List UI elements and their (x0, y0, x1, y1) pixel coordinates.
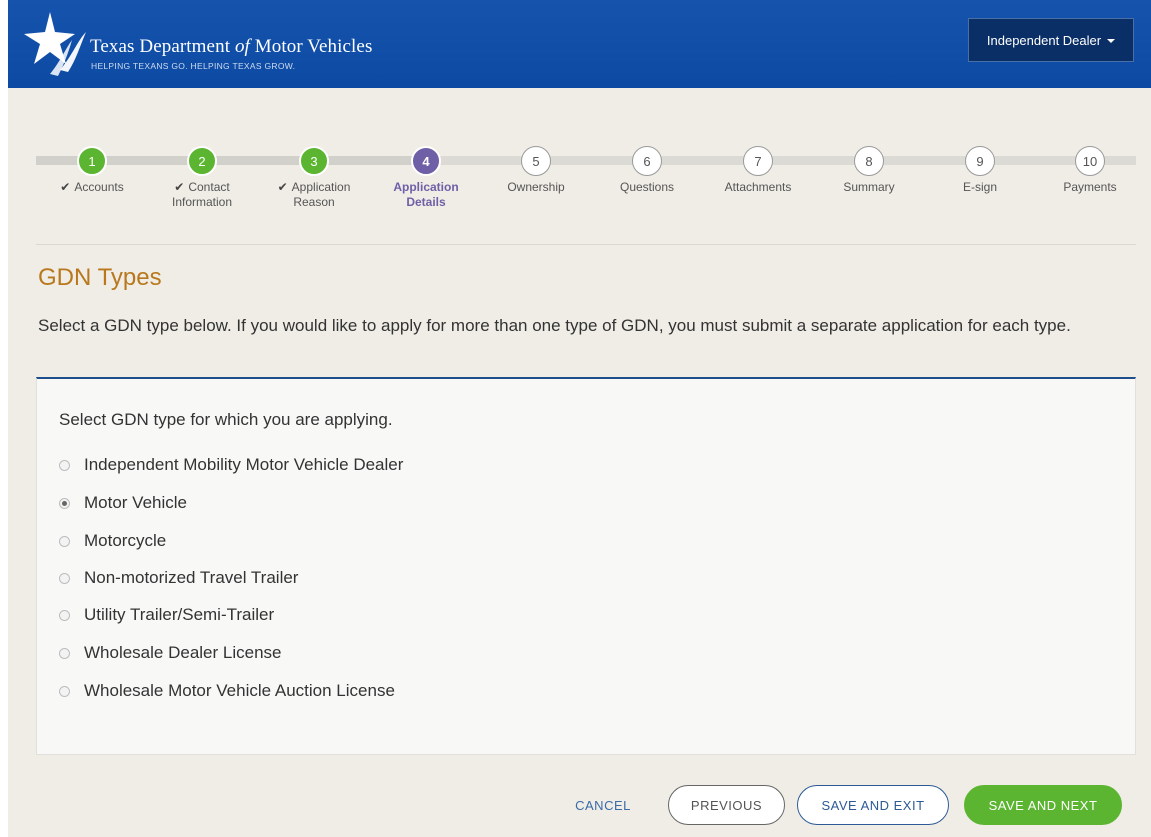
step-label: Questions (619, 180, 675, 194)
step-number: 3 (299, 146, 329, 176)
step-ownership[interactable]: 5 Ownership (481, 146, 591, 195)
progress-stepper: 1 ✔ Accounts 2 ✔ Contact Information 3 ✔ App… (36, 146, 1136, 226)
step-label: ✔ Application Reason (259, 180, 369, 210)
radio-option-independent-mobility[interactable]: Independent Mobility Motor Vehicle Deale… (59, 455, 403, 475)
window-left-edge (0, 0, 8, 837)
step-label-line1: Application (291, 180, 351, 194)
step-label-line1: Accounts (74, 180, 124, 194)
step-questions[interactable]: 6 Questions (592, 146, 702, 195)
step-label: Payments (1063, 180, 1117, 194)
step-number: 7 (743, 146, 773, 176)
step-summary[interactable]: 8 Summary (814, 146, 924, 195)
step-e-sign[interactable]: 9 E-sign (925, 146, 1035, 195)
step-label-line2: Information (171, 195, 233, 209)
radio-label: Wholesale Dealer License (84, 643, 282, 662)
step-contact-information[interactable]: 2 ✔ Contact Information (147, 146, 257, 210)
step-number: 4 (411, 146, 441, 176)
caret-down-icon (1107, 39, 1116, 43)
step-label: Summary (843, 180, 895, 194)
radio-label: Independent Mobility Motor Vehicle Deale… (84, 455, 404, 474)
radio-label: Non-motorized Travel Trailer (84, 568, 299, 587)
step-number: 8 (854, 146, 884, 176)
radio-label: Motorcycle (84, 531, 167, 550)
radio-option-motorcycle[interactable]: Motorcycle (59, 531, 166, 551)
step-label-line1: Contact (188, 180, 230, 194)
radio-label: Wholesale Motor Vehicle Auction License (84, 681, 395, 700)
step-number: 9 (965, 146, 995, 176)
page-title: GDN Types (38, 264, 162, 291)
check-icon: ✔ (277, 180, 288, 194)
radio-label: Motor Vehicle (84, 493, 187, 512)
previous-button[interactable]: PREVIOUS (668, 785, 785, 825)
brand-title[interactable]: Texas Department of Motor Vehicles (90, 36, 372, 58)
step-application-details[interactable]: 4 Application Details (371, 146, 481, 210)
radio-option-auction-license[interactable]: Wholesale Motor Vehicle Auction License (59, 681, 395, 701)
brand-tagline: HELPING TEXANS GO. HELPING TEXAS GROW. (91, 61, 296, 71)
step-label-line1: Application (393, 180, 459, 194)
radio-icon[interactable] (59, 685, 70, 697)
cancel-button[interactable]: CANCEL (558, 785, 648, 825)
radio-icon[interactable] (59, 609, 70, 621)
step-label: Application Details (371, 180, 481, 210)
gdn-type-prompt: Select GDN type for which you are applyi… (59, 410, 393, 429)
gdn-type-panel: Select GDN type for which you are applyi… (36, 377, 1136, 755)
step-attachments[interactable]: 7 Attachments (703, 146, 813, 195)
brand-title-end: Motor Vehicles (249, 36, 373, 57)
step-label-line2: Reason (293, 195, 335, 209)
step-application-reason[interactable]: 3 ✔ Application Reason (259, 146, 369, 210)
save-and-exit-button[interactable]: SAVE AND EXIT (797, 785, 949, 825)
radio-icon[interactable] (59, 459, 70, 471)
radio-icon[interactable] (59, 572, 70, 584)
check-icon: ✔ (174, 180, 185, 194)
account-menu-button[interactable]: Independent Dealer (968, 18, 1134, 62)
radio-option-utility-trailer[interactable]: Utility Trailer/Semi-Trailer (59, 605, 274, 625)
step-label: E-sign (962, 180, 997, 194)
check-icon: ✔ (60, 180, 71, 194)
step-label-line2: Details (406, 195, 446, 209)
step-label: Attachments (724, 180, 792, 194)
page-description: Select a GDN type below. If you would li… (38, 316, 1071, 335)
radio-icon[interactable] (59, 535, 70, 547)
radio-icon[interactable] (59, 647, 70, 659)
site-header: Texas Department of Motor Vehicles HELPI… (8, 0, 1151, 88)
step-payments[interactable]: 10 Payments (1035, 146, 1145, 195)
step-label: Ownership (507, 180, 565, 194)
step-number: 5 (521, 146, 551, 176)
radio-label: Utility Trailer/Semi-Trailer (84, 605, 275, 624)
radio-option-wholesale-dealer[interactable]: Wholesale Dealer License (59, 643, 282, 663)
brand-title-text: Texas Department (90, 36, 235, 57)
step-number: 2 (187, 146, 217, 176)
radio-option-motor-vehicle[interactable]: Motor Vehicle (59, 493, 187, 513)
step-accounts[interactable]: 1 ✔ Accounts (37, 146, 147, 195)
section-divider (36, 244, 1136, 245)
step-label: ✔ Contact Information (147, 180, 257, 210)
step-number: 6 (632, 146, 662, 176)
radio-selected-icon[interactable] (59, 497, 70, 509)
txdmv-star-logo-icon (24, 12, 86, 76)
step-label: ✔ Accounts (37, 180, 147, 195)
account-menu-label: Independent Dealer (986, 32, 1102, 48)
brand-title-of: of (234, 36, 250, 57)
step-number: 1 (77, 146, 107, 176)
radio-option-travel-trailer[interactable]: Non-motorized Travel Trailer (59, 568, 298, 588)
step-number: 10 (1075, 146, 1105, 176)
save-and-next-button[interactable]: SAVE AND NEXT (964, 785, 1122, 825)
page: Texas Department of Motor Vehicles HELPI… (8, 0, 1151, 837)
